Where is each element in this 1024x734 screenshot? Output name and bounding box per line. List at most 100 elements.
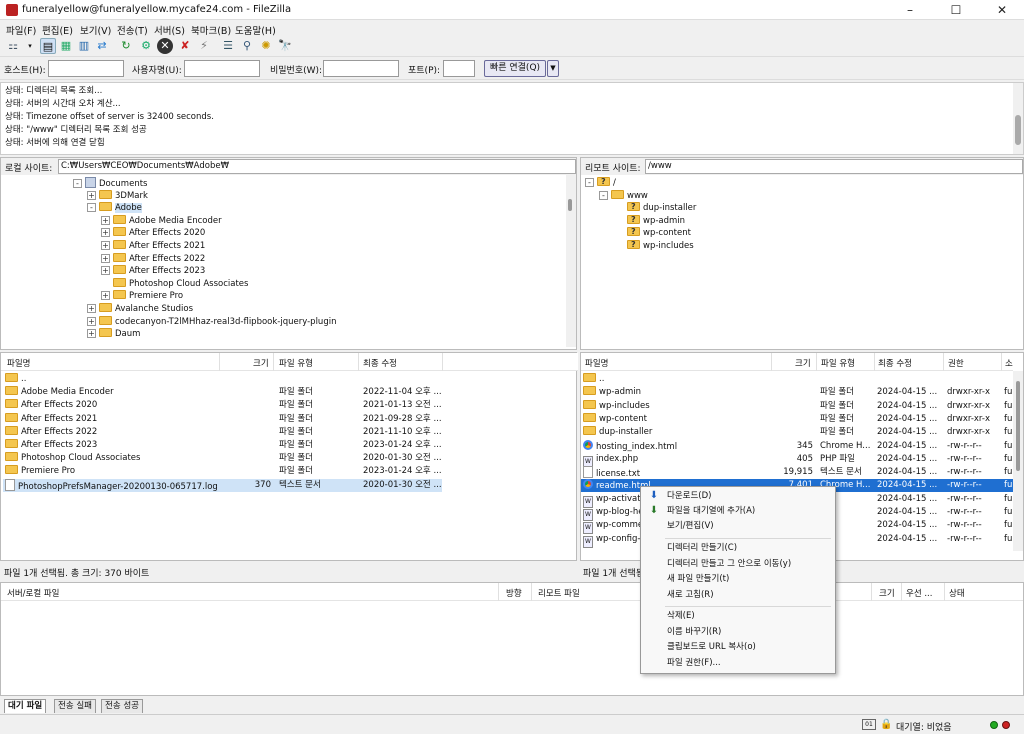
tree-item[interactable]: + After Effects 2022 xyxy=(101,252,205,265)
tree-item[interactable]: dup-installer xyxy=(615,201,696,214)
cancel-icon[interactable]: ✕ xyxy=(157,38,173,54)
col-modified[interactable]: 최종 수정 xyxy=(363,357,397,369)
toggle-queue-icon[interactable]: ⇄ xyxy=(94,38,110,54)
col-status[interactable]: 상태 xyxy=(949,587,965,599)
log-scrollbar[interactable] xyxy=(1013,83,1023,154)
menu-edit[interactable]: 편집(E) xyxy=(42,23,73,37)
sync-browse-icon[interactable]: ✺ xyxy=(258,38,274,54)
tree-item[interactable]: +3DMark xyxy=(87,189,148,202)
tree-item[interactable]: Photoshop Cloud Associates xyxy=(101,277,248,290)
table-row[interactable]: wp-includes 파일 폴더 2024-04-15 ... drwxr-xr-x… xyxy=(581,399,1013,413)
collapse-icon[interactable]: - xyxy=(87,203,96,213)
refresh-icon[interactable]: ↻ xyxy=(118,38,134,54)
reconnect-icon[interactable]: ⚡ xyxy=(196,38,212,54)
tab-failed-transfers[interactable]: 전송 실패 xyxy=(54,699,96,713)
table-row[interactable]: Photoshop Cloud Associates 파일 폴더 2020-01-3… xyxy=(3,452,442,465)
search-icon[interactable]: 🔭 xyxy=(277,38,293,54)
col-type[interactable]: 파일 유형 xyxy=(821,357,855,369)
col-server-local-file[interactable]: 서버/로컬 파일 xyxy=(7,587,60,599)
tree-item[interactable]: + Daum xyxy=(87,328,140,340)
table-row[interactable]: After Effects 2020 파일 폴더 2021-01-13 오전 ... xyxy=(3,399,442,412)
port-input[interactable] xyxy=(443,60,475,77)
compare-icon[interactable]: ⚲ xyxy=(239,38,255,54)
expand-icon[interactable]: + xyxy=(101,241,110,250)
tree-item[interactable]: - www xyxy=(599,189,648,202)
table-row[interactable]: dup-installer 파일 폴더 2024-04-15 ... drwxr-xr… xyxy=(581,426,1013,439)
ctx-refresh[interactable]: 새로 고침(R) xyxy=(667,588,714,603)
password-input[interactable] xyxy=(323,60,399,77)
col-owner[interactable]: 소 xyxy=(1005,357,1013,369)
col-type[interactable]: 파일 유형 xyxy=(279,357,313,369)
host-input[interactable] xyxy=(48,60,124,77)
ctx-view-edit[interactable]: 보기/편집(V) xyxy=(667,519,714,534)
expand-icon[interactable]: + xyxy=(87,190,96,200)
ctx-create-directory-enter[interactable]: 디렉터리 만들고 그 안으로 이동(y) xyxy=(667,557,791,572)
ctx-download[interactable]: 다운로드(D) xyxy=(667,489,711,504)
col-filename[interactable]: 파일명 xyxy=(7,357,30,369)
table-row[interactable]: After Effects 2021 파일 폴더 2021-09-28 오후 ... xyxy=(3,412,442,426)
table-row[interactable]: After Effects 2023 파일 폴더 2023-01-24 오후 ... xyxy=(3,439,442,452)
tree-item[interactable]: wp-includes xyxy=(615,239,694,252)
expand-icon[interactable]: + xyxy=(87,304,96,313)
collapse-icon[interactable]: - xyxy=(599,190,608,200)
ctx-create-directory[interactable]: 디렉터리 만들기(C) xyxy=(667,541,737,556)
tree-item[interactable]: + Adobe Media Encoder xyxy=(101,214,222,227)
quickconnect-dropdown-icon[interactable]: ▼ xyxy=(547,60,559,77)
ctx-create-new-file[interactable]: 새 파일 만들기(t) xyxy=(667,572,729,587)
ctx-delete[interactable]: 삭제(E) xyxy=(667,609,695,624)
ctx-file-permissions[interactable]: 파일 권한(F)... xyxy=(667,656,721,671)
table-row[interactable]: After Effects 2022 파일 폴더 2021-11-10 오후 ... xyxy=(3,425,442,439)
collapse-icon[interactable]: - xyxy=(585,178,594,187)
menu-help[interactable]: 도움말(H) xyxy=(235,23,276,37)
tree-item[interactable]: - Adobe xyxy=(87,202,142,214)
expand-icon[interactable]: + xyxy=(101,228,110,238)
quickconnect-button[interactable]: 빠른 연결(Q) xyxy=(484,60,546,77)
ctx-copy-url[interactable]: 클립보드로 URL 복사(o) xyxy=(667,640,756,655)
col-filename[interactable]: 파일명 xyxy=(585,357,608,369)
table-row[interactable]: Premiere Pro 파일 폴더 2023-01-24 오후 ... xyxy=(3,465,442,478)
filter-icon[interactable]: ☰ xyxy=(220,38,236,54)
table-row[interactable]: Adobe Media Encoder 파일 폴더 2022-11-04 오후 ..… xyxy=(3,386,442,399)
site-manager-dropdown-icon[interactable]: ▾ xyxy=(22,38,38,54)
table-row[interactable]: hosting_index.html 345 Chrome H... 2024-04-… xyxy=(581,439,1013,453)
tab-successful-transfers[interactable]: 전송 성공 xyxy=(101,699,143,713)
table-row[interactable]: wp-admin 파일 폴더 2024-04-15 ... drwxr-xr-x fu xyxy=(581,386,1013,399)
local-path-input[interactable]: C:₩Users₩CEO₩Documents₩Adobe₩ xyxy=(58,159,576,174)
table-row[interactable]: .. xyxy=(3,373,442,386)
tree-item[interactable]: + Premiere Pro xyxy=(101,290,183,302)
col-modified[interactable]: 최종 수정 xyxy=(878,357,912,369)
local-tree-scrollbar[interactable] xyxy=(566,175,576,347)
col-size[interactable]: 크기 xyxy=(253,357,269,369)
menu-bookmarks[interactable]: 북마크(B) xyxy=(191,23,231,37)
menu-view[interactable]: 보기(V) xyxy=(80,23,111,37)
tree-item[interactable]: + Avalanche Studios xyxy=(87,303,193,315)
table-row[interactable]: PhotoshopPrefsManager-20200130-065717.lo… xyxy=(3,478,442,492)
tab-queued-files[interactable]: 대기 파일 xyxy=(4,699,47,713)
expand-icon[interactable]: + xyxy=(101,291,110,301)
toggle-local-tree-icon[interactable]: ▦ xyxy=(58,38,74,54)
toggle-remote-tree-icon[interactable]: ▥ xyxy=(76,38,92,54)
collapse-icon[interactable]: - xyxy=(73,179,82,188)
site-manager-icon[interactable]: ⚏ xyxy=(5,38,21,54)
tree-item[interactable]: + After Effects 2023 xyxy=(101,265,205,277)
col-priority[interactable]: 우선 ... xyxy=(906,587,932,599)
tree-item[interactable]: wp-content xyxy=(615,226,691,239)
expand-icon[interactable]: + xyxy=(87,316,96,326)
table-row[interactable]: Windex.php 405 PHP 파일 2024-04-15 ... -rw-r--… xyxy=(581,453,1013,468)
menu-transfer[interactable]: 전송(T) xyxy=(117,23,148,37)
remote-list-scrollbar[interactable] xyxy=(1013,371,1023,551)
expand-icon[interactable]: + xyxy=(87,329,96,339)
username-input[interactable] xyxy=(184,60,260,77)
col-direction[interactable]: 방향 xyxy=(506,587,522,599)
col-size[interactable]: 크기 xyxy=(879,587,895,599)
expand-icon[interactable]: + xyxy=(101,215,110,225)
table-row[interactable]: license.txt 19,915 텍스트 문서 2024-04-15 ... -rw… xyxy=(581,466,1013,479)
tree-item[interactable]: - Documents xyxy=(73,177,147,189)
col-permissions[interactable]: 권한 xyxy=(948,357,964,369)
close-button[interactable]: ✕ xyxy=(980,0,1024,20)
col-remote-file[interactable]: 리모트 파일 xyxy=(538,587,580,599)
tree-item[interactable]: + codecanyon-T2lMHhaz-real3d-flipbook-jqu… xyxy=(87,315,336,328)
table-row[interactable]: wp-content 파일 폴더 2024-04-15 ... drwxr-xr-x f… xyxy=(581,412,1013,426)
ctx-rename[interactable]: 이름 바꾸기(R) xyxy=(667,625,721,640)
expand-icon[interactable]: + xyxy=(101,266,110,276)
